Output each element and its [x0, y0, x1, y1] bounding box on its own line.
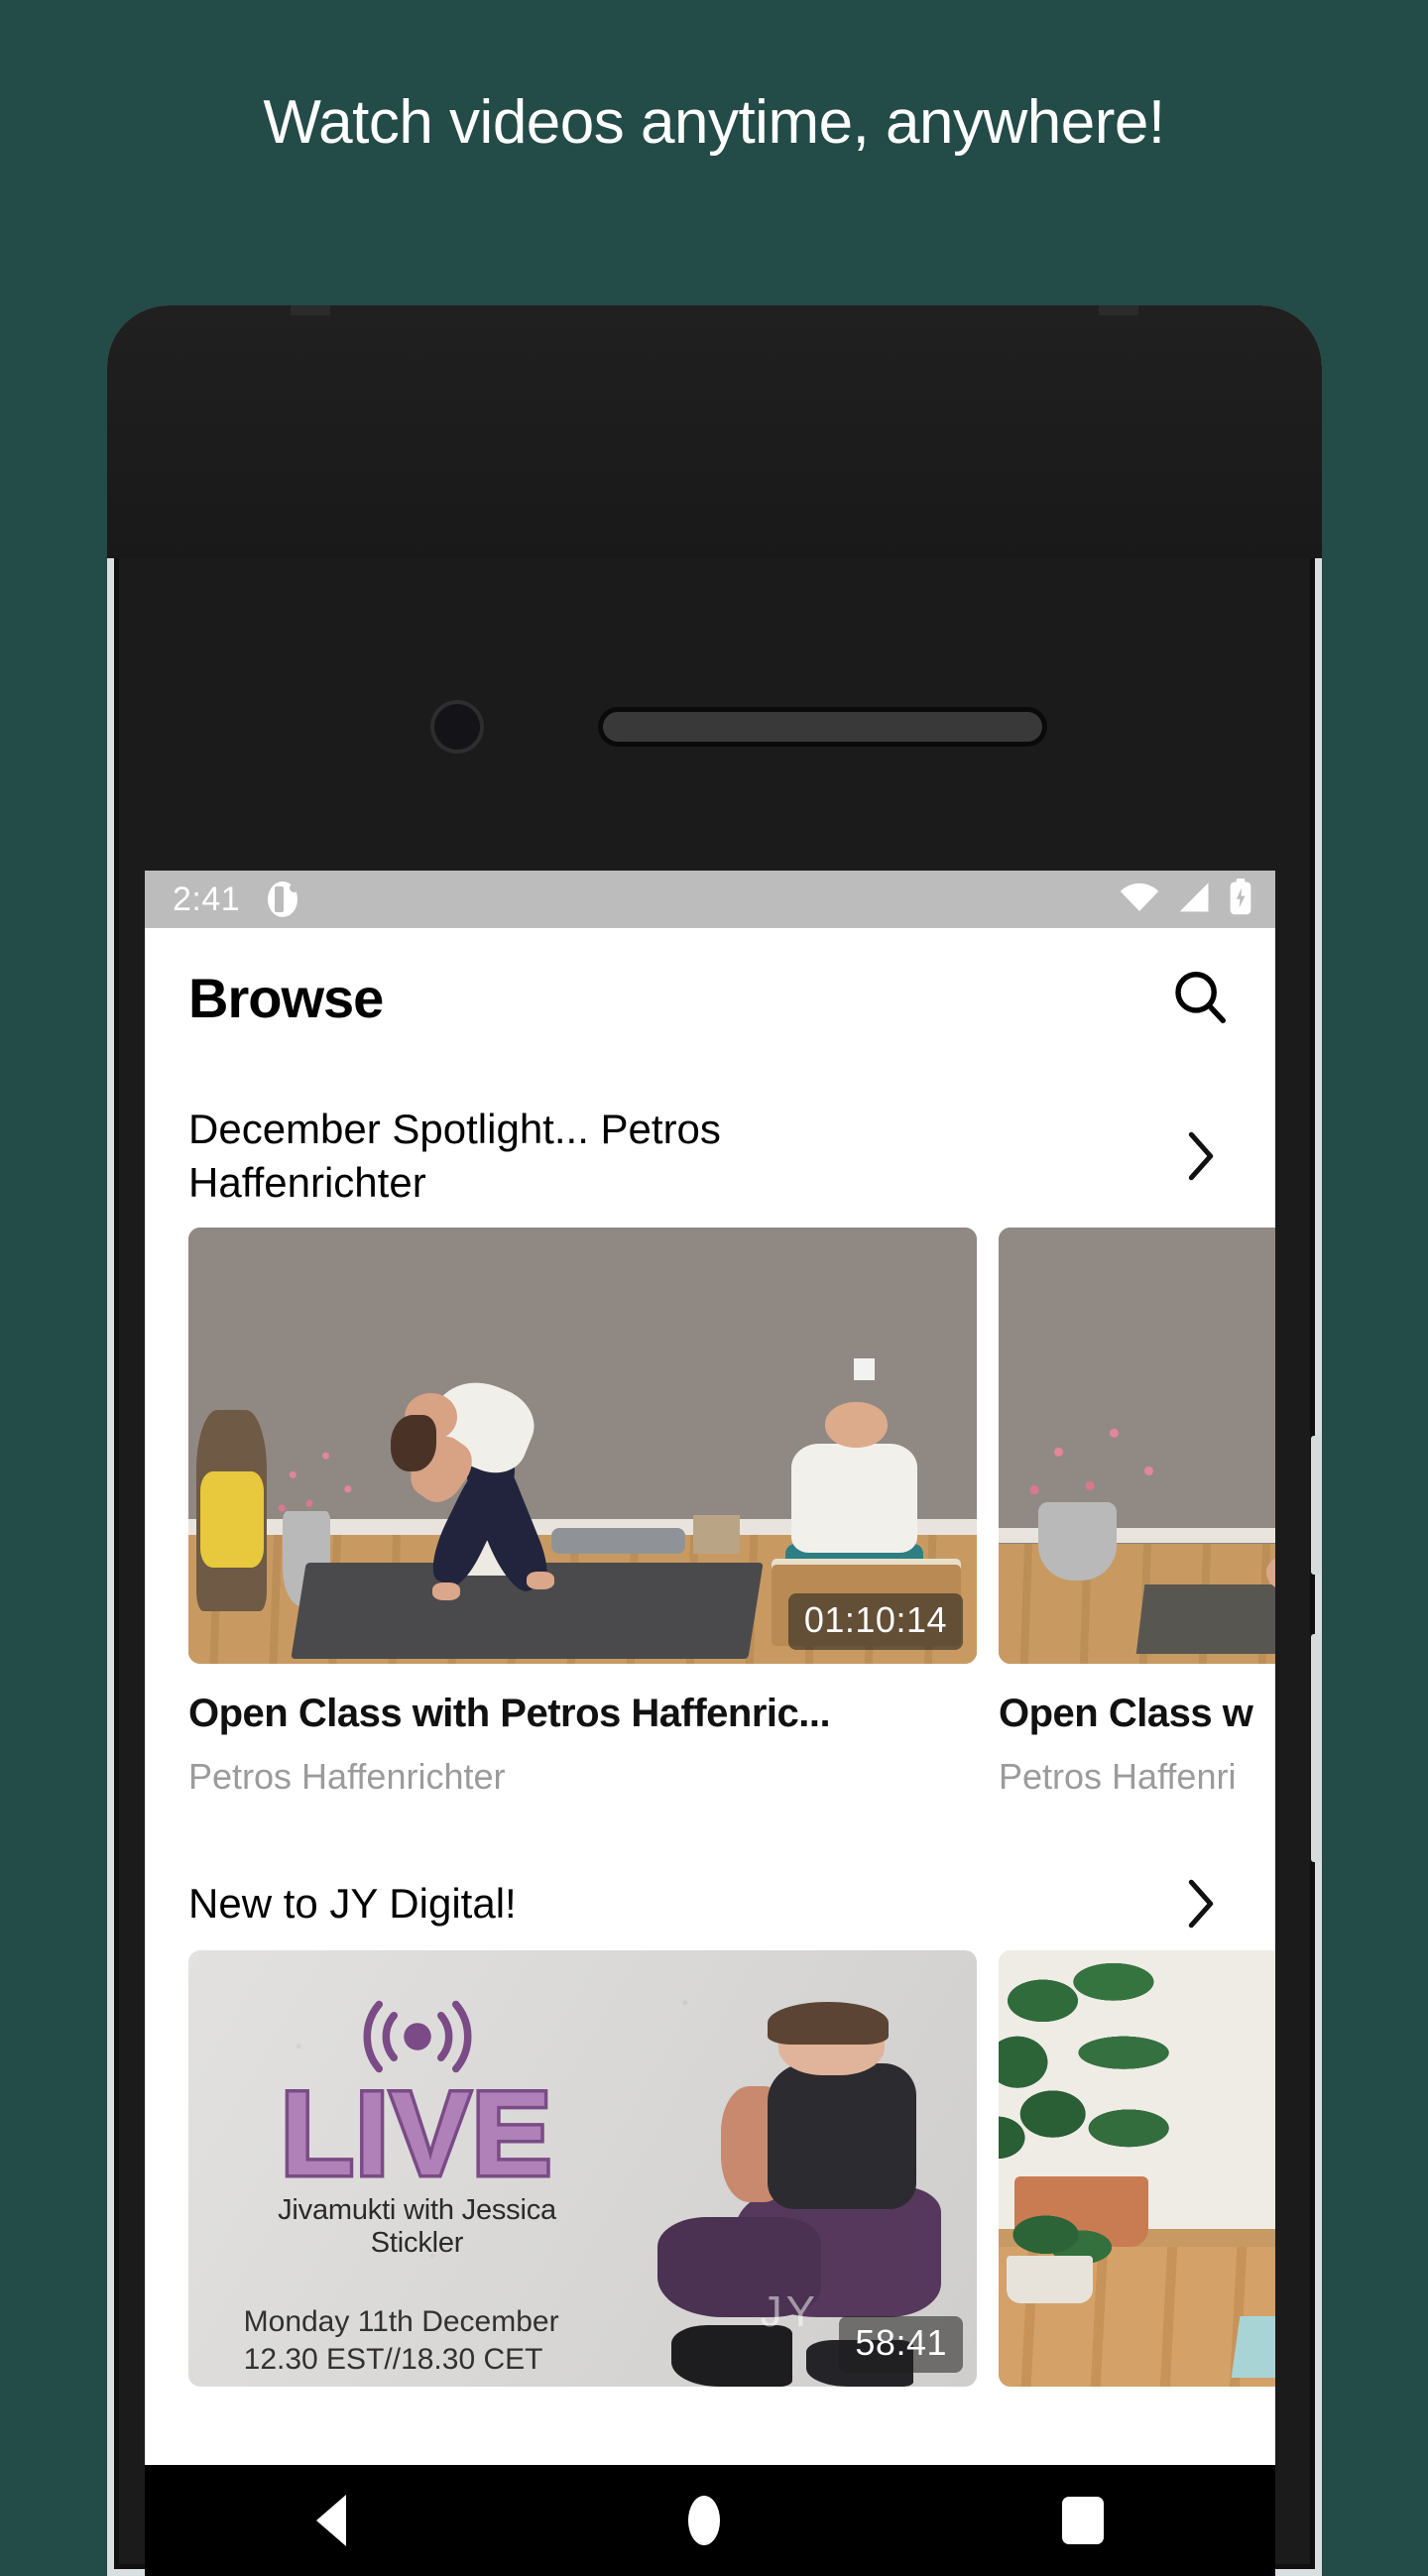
status-bar-icons	[1119, 878, 1253, 921]
app-header: Browse	[145, 928, 1275, 1067]
front-camera-icon	[434, 704, 480, 750]
section-header-new[interactable]: New to JY Digital!	[145, 1798, 1275, 1950]
duration-badge: 58:41	[839, 2315, 963, 2373]
live-video-thumbnail[interactable]: LIVE Jivamukti with Jessica Stickler Mon…	[188, 1949, 977, 2387]
jy-watermark: JY	[760, 2286, 819, 2336]
live-badge-group: LIVE Jivamukti with Jessica Stickler	[236, 1994, 599, 2260]
video-thumbnail[interactable]	[999, 1227, 1275, 1664]
video-title: Open Class w	[999, 1691, 1253, 1735]
broadcast-icon	[236, 1994, 599, 2079]
wifi-icon	[1119, 881, 1160, 918]
android-navigation-bar	[145, 2465, 1275, 2576]
status-bar-time: 2:41	[173, 879, 241, 918]
recents-square-icon[interactable]	[1062, 2497, 1105, 2544]
power-button[interactable]	[1311, 1634, 1322, 1862]
section-header-spotlight[interactable]: December Spotlight... Petros Haffenricht…	[145, 1067, 1275, 1228]
video-card[interactable]: LIVE Jivamukti with Jessica Stickler Mon…	[188, 1949, 977, 2387]
live-schedule: Monday 11th December 12.30 EST//18.30 CE…	[244, 2303, 559, 2380]
promo-headline: Watch videos anytime, anywhere!	[263, 88, 1165, 157]
page-title: Browse	[188, 966, 384, 1029]
phone-mockup: 2:41 Browse December Spotlight... Petros…	[107, 305, 1322, 2576]
video-thumbnail[interactable]: 01:10:14	[188, 1227, 977, 1664]
phone-screen: 2:41 Browse December Spotlight... Petros…	[145, 871, 1275, 2576]
live-date-line: Monday 11th December	[243, 2304, 559, 2338]
chevron-right-icon[interactable]	[1166, 1875, 1236, 1932]
carousel-spotlight[interactable]: 01:10:14 Open Class with Petros Haffenri…	[145, 1227, 1275, 1798]
live-time-line: 12.30 EST//18.30 CET	[243, 2343, 543, 2377]
section-title: New to JY Digital!	[188, 1879, 517, 1927]
search-icon[interactable]	[1164, 962, 1236, 1033]
video-instructor: Petros Haffenrichter	[188, 1755, 506, 1797]
video-instructor: Petros Haffenri	[999, 1755, 1237, 1797]
video-card[interactable]	[999, 1949, 1275, 2387]
bezel-nub-right	[1099, 305, 1138, 315]
cell-signal-icon	[1176, 880, 1212, 919]
carousel-new[interactable]: LIVE Jivamukti with Jessica Stickler Mon…	[145, 1949, 1275, 2387]
live-badge-text: LIVE	[278, 2066, 555, 2200]
status-bar: 2:41	[145, 871, 1275, 928]
live-class-line: Jivamukti with Jessica Stickler	[278, 2193, 556, 2259]
video-card[interactable]: Open Class w Petros Haffenri	[999, 1227, 1275, 1798]
duration-badge: 01:10:14	[787, 1592, 963, 1650]
bezel-nub-left	[291, 305, 330, 315]
video-thumbnail[interactable]	[999, 1949, 1275, 2387]
phone-top-bezel	[107, 305, 1322, 558]
chevron-right-icon[interactable]	[1166, 1127, 1236, 1185]
app-notification-icon	[266, 879, 301, 919]
section-title: December Spotlight... Petros Haffenricht…	[188, 1106, 721, 1206]
back-triangle-icon[interactable]	[315, 2495, 346, 2546]
battery-charging-icon	[1228, 878, 1253, 921]
video-title: Open Class with Petros Haffenric...	[188, 1691, 831, 1735]
volume-button[interactable]	[1311, 1436, 1322, 1575]
video-card[interactable]: 01:10:14 Open Class with Petros Haffenri…	[188, 1227, 977, 1798]
earpiece-speaker	[603, 712, 1042, 742]
